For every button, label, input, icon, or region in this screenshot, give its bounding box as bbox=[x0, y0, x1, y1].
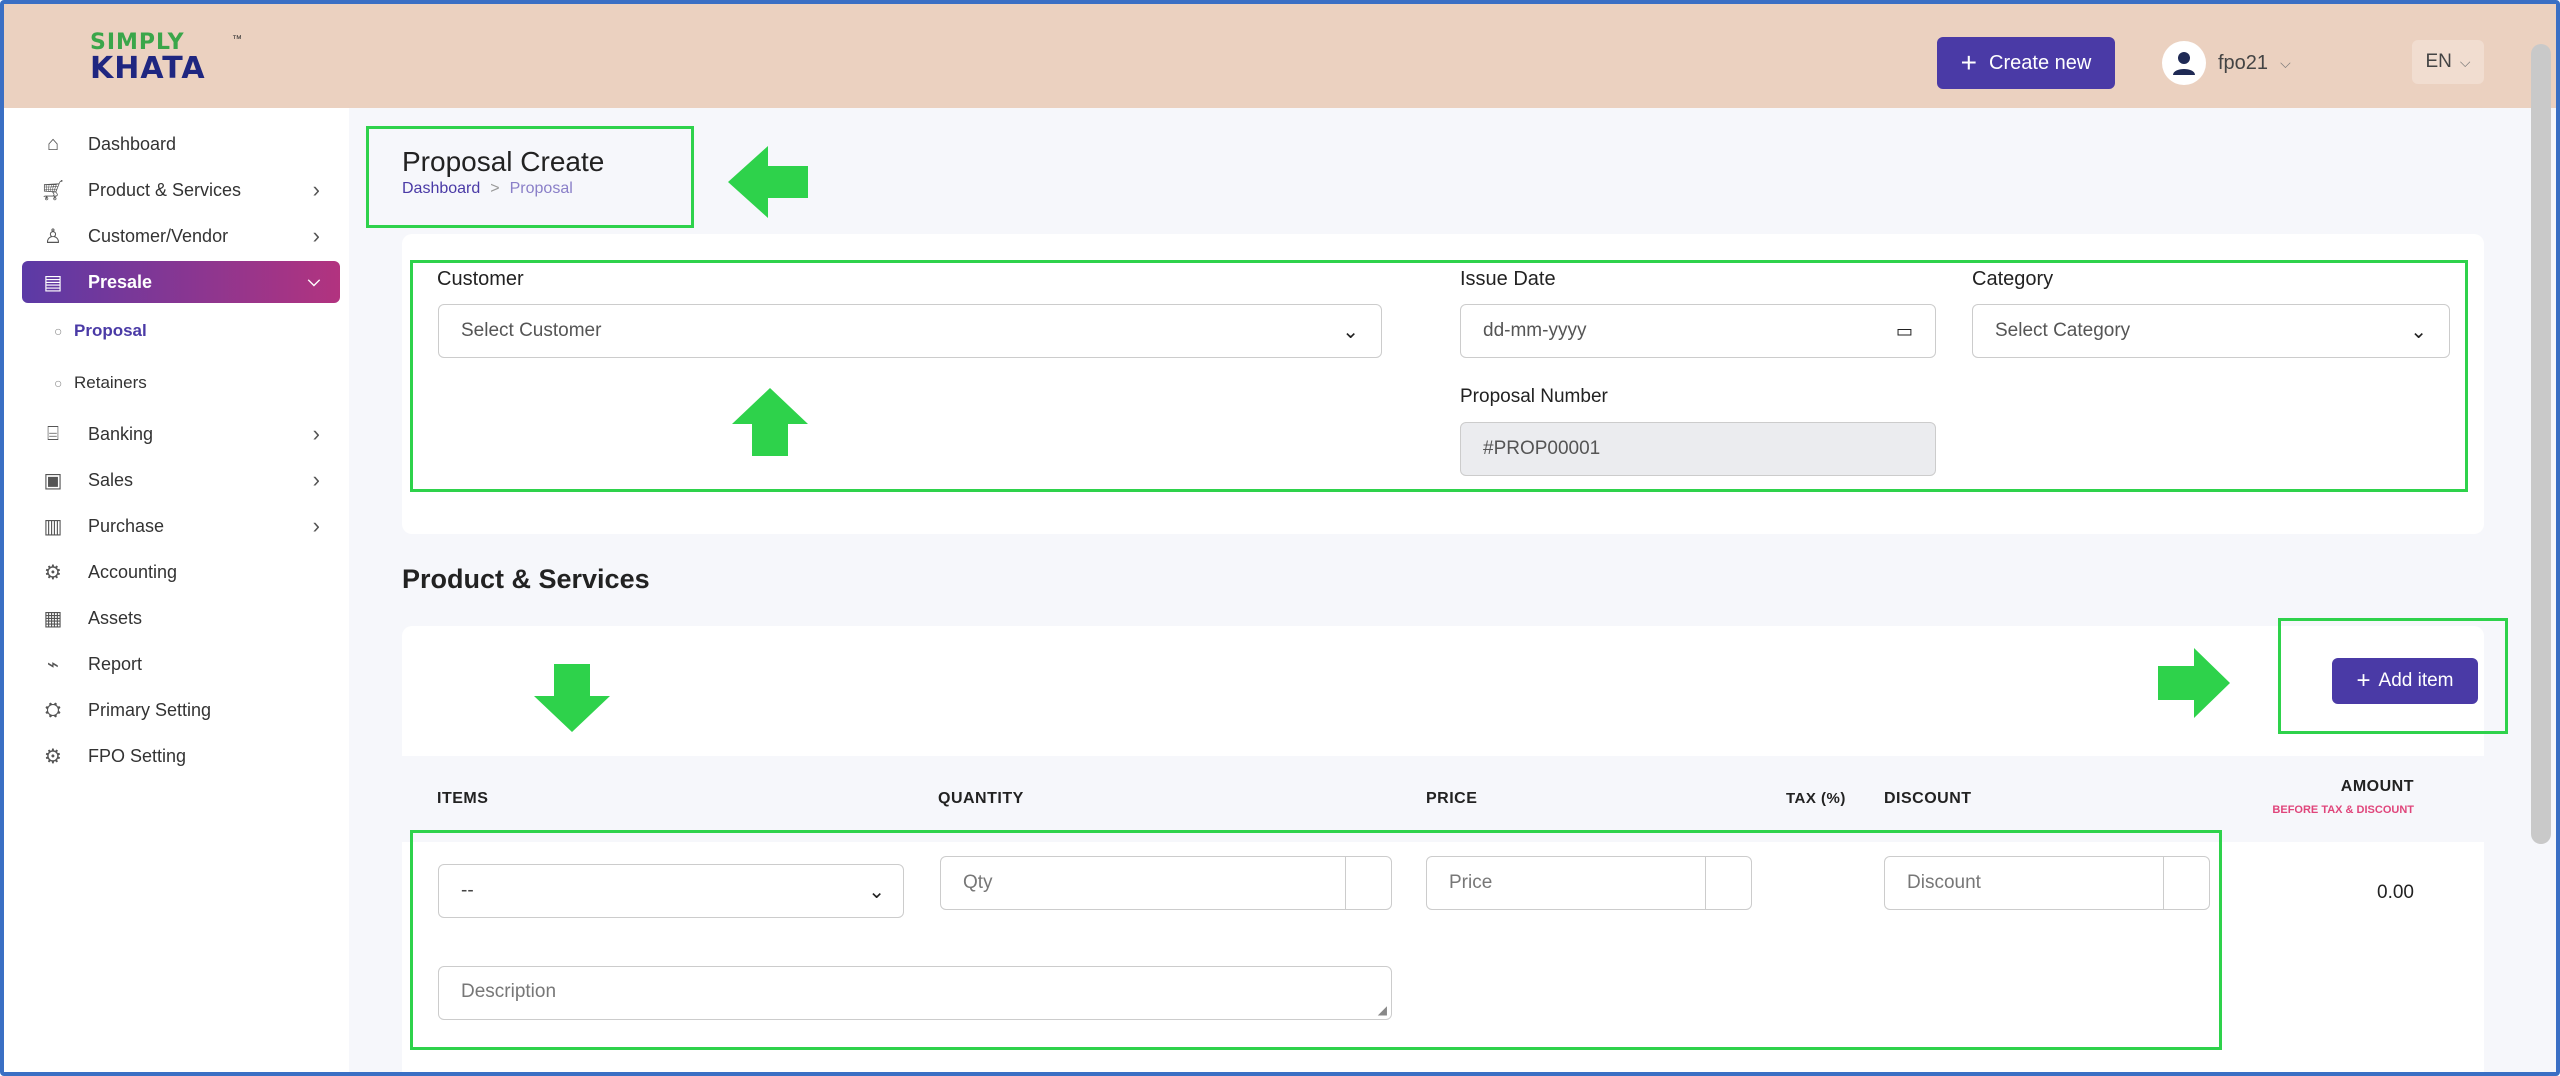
setting-icon: ⛭ bbox=[45, 698, 61, 721]
sidebar-item-label: Product & Services bbox=[88, 179, 242, 200]
column-header-discount: DISCOUNT bbox=[1884, 790, 1972, 807]
section-title: Product & Services bbox=[402, 564, 650, 594]
highlight-title-box bbox=[366, 126, 694, 228]
sidebar-item-label: Banking bbox=[88, 423, 154, 444]
language-label: EN bbox=[2425, 51, 2452, 72]
sales-icon: ▣ bbox=[43, 469, 63, 492]
logo-line2: KHATA bbox=[90, 51, 206, 86]
sidebar-item-primary-setting[interactable]: ⛭ Primary Setting bbox=[22, 690, 340, 730]
sidebar-item-label: Customer/Vendor bbox=[88, 225, 229, 246]
chevron-right-icon: › bbox=[312, 513, 320, 538]
simply-khata-logo[interactable]: SIMPLY KHATA ™ bbox=[90, 32, 242, 88]
amount-subheader: BEFORE TAX & DISCOUNT bbox=[2272, 804, 2414, 816]
chevron-right-icon: › bbox=[312, 467, 320, 492]
cart-icon: 🛒︎ bbox=[40, 179, 66, 202]
sidebar-subitem-label: Proposal bbox=[74, 321, 147, 340]
bullet-icon: ○ bbox=[54, 323, 63, 339]
sidebar-item-product-services[interactable]: 🛒︎ Product & Services › bbox=[22, 170, 340, 210]
sidebar-item-purchase[interactable]: ▥ Purchase › bbox=[22, 506, 340, 546]
highlight-form-box bbox=[410, 260, 2468, 492]
sidebar-item-label: Report bbox=[88, 653, 143, 674]
highlight-row-box bbox=[410, 830, 2222, 1050]
column-header-amount: AMOUNT bbox=[2340, 778, 2414, 795]
sidebar-item-assets[interactable]: ▦ Assets bbox=[22, 598, 340, 638]
arrow-left-icon bbox=[728, 146, 808, 218]
purchase-icon: ▥ bbox=[43, 515, 63, 538]
user-avatar-icon bbox=[2162, 41, 2206, 85]
sidebar-item-label: FPO Setting bbox=[88, 745, 187, 766]
presale-icon: ▤ bbox=[43, 271, 63, 294]
column-header-quantity: QUANTITY bbox=[938, 790, 1024, 807]
sidebar-item-banking[interactable]: ⌸ Banking › bbox=[22, 414, 340, 454]
page-scrollbar[interactable] bbox=[2531, 44, 2551, 844]
sidebar-item-label: Primary Setting bbox=[88, 699, 212, 720]
bank-icon: ⌸ bbox=[47, 422, 59, 445]
chevron-down-icon: ⌵ bbox=[2280, 54, 2291, 71]
sidebar-item-label: Purchase bbox=[88, 515, 165, 536]
arrow-down-icon bbox=[534, 664, 610, 732]
sidebar-item-sales[interactable]: ▣ Sales › bbox=[22, 460, 340, 500]
sidebar-item-label: Presale bbox=[88, 271, 153, 292]
assets-icon: ▦ bbox=[43, 607, 63, 630]
sidebar-item-accounting[interactable]: ⚙︎ Accounting bbox=[22, 552, 340, 592]
sidebar-item-label: Assets bbox=[88, 607, 143, 628]
column-header-items: ITEMS bbox=[437, 790, 489, 807]
accounting-icon: ⚙︎ bbox=[44, 561, 62, 584]
logo-trademark: ™ bbox=[232, 34, 242, 45]
chevron-right-icon: › bbox=[312, 177, 320, 202]
user-add-icon: ♙ bbox=[44, 225, 62, 248]
sidebar-item-label: Accounting bbox=[88, 561, 178, 582]
bullet-icon: ○ bbox=[54, 375, 63, 391]
sidebar-item-presale[interactable]: ▤ Presale ⌵ bbox=[22, 261, 340, 303]
create-new-label: Create new bbox=[1989, 51, 2092, 74]
sidebar-item-label: Sales bbox=[88, 469, 134, 490]
highlight-add-item-box bbox=[2278, 618, 2508, 734]
chevron-right-icon: › bbox=[312, 223, 320, 248]
sidebar-item-label: Dashboard bbox=[88, 133, 177, 154]
create-new-button[interactable]: + Create new bbox=[1937, 37, 2115, 89]
gear-icon: ⚙︎ bbox=[44, 745, 62, 768]
sidebar-item-fpo-setting[interactable]: ⚙︎ FPO Setting bbox=[22, 736, 340, 776]
plus-icon: + bbox=[1960, 47, 1978, 78]
sidebar: ⌂ Dashboard 🛒︎ Product & Services › ♙ Cu… bbox=[4, 108, 349, 1072]
sidebar-item-dashboard[interactable]: ⌂ Dashboard bbox=[22, 124, 340, 164]
sidebar-subitem-label: Retainers bbox=[74, 373, 147, 392]
chevron-right-icon: › bbox=[312, 421, 320, 446]
chevron-down-icon: ⌵ bbox=[2459, 53, 2471, 70]
app-window: SIMPLY KHATA ™ + Create new fpo21 ⌵ EN ⌵… bbox=[0, 0, 2560, 1076]
chevron-down-icon: ⌵ bbox=[307, 273, 320, 290]
column-header-tax: TAX (%) bbox=[1786, 790, 1846, 807]
user-menu[interactable]: fpo21 ⌵ bbox=[2162, 38, 2291, 88]
report-icon: ⌁ bbox=[46, 653, 60, 676]
sidebar-subitem-proposal[interactable]: ○ Proposal bbox=[54, 314, 147, 348]
sidebar-item-report[interactable]: ⌁ Report bbox=[22, 644, 340, 684]
language-selector[interactable]: EN ⌵ bbox=[2412, 40, 2484, 84]
sidebar-subitem-retainers[interactable]: ○ Retainers bbox=[54, 366, 147, 400]
column-header-price: PRICE bbox=[1426, 790, 1478, 807]
sidebar-item-customer-vendor[interactable]: ♙ Customer/Vendor › bbox=[22, 216, 340, 256]
row-amount: 0.00 bbox=[2377, 882, 2414, 903]
top-header: SIMPLY KHATA ™ + Create new fpo21 ⌵ EN ⌵ bbox=[4, 4, 2556, 108]
arrow-up-icon bbox=[732, 388, 808, 456]
arrow-right-icon bbox=[2158, 648, 2230, 718]
home-icon: ⌂ bbox=[46, 132, 60, 155]
user-name: fpo21 bbox=[2218, 51, 2269, 74]
